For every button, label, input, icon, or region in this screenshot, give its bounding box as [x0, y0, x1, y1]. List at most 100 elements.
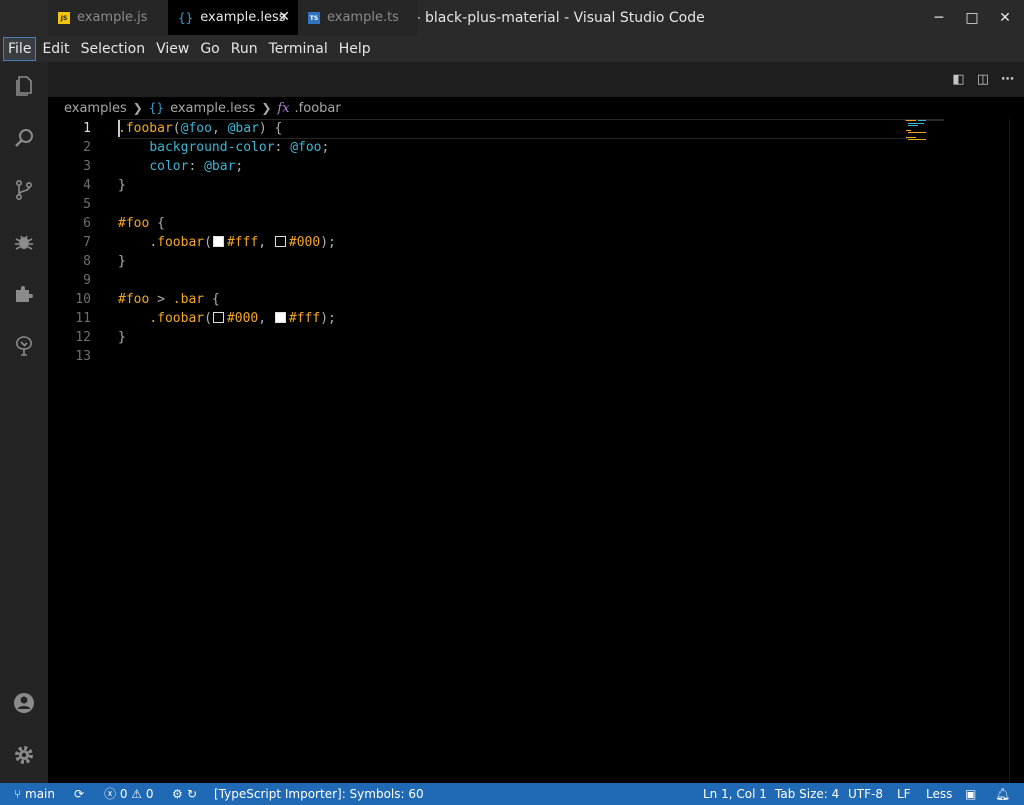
code-line: .foobar(#fff, #000); [149, 235, 336, 250]
line-number: 9 [83, 273, 91, 288]
activity-bar [0, 62, 48, 783]
extensions-button[interactable] [0, 270, 48, 318]
line-number: 7 [83, 235, 91, 250]
code-line: color: @bar; [149, 159, 244, 174]
status-bar: ⑂ main ⟳ ⓧ 0 ⚠ 0 ⚙ ↻ [TypeScript Importe… [0, 783, 1024, 805]
menu-selection[interactable]: Selection [76, 37, 151, 61]
typescript-file-icon: TS [308, 11, 320, 24]
debug-icon [15, 235, 33, 250]
encoding[interactable]: UTF-8 [848, 783, 883, 805]
debug-status-icon[interactable]: ⚙ [172, 783, 183, 805]
maximize-button[interactable]: □ [955, 0, 989, 36]
warning-icon: ⚠ [131, 787, 146, 801]
line-number: 6 [83, 216, 91, 231]
chevron-right-icon: ❯ [132, 101, 143, 115]
line-number: 11 [75, 311, 91, 326]
explorer-button[interactable] [0, 62, 48, 110]
color-swatch[interactable] [274, 312, 286, 323]
tab-label: example.ts [327, 10, 399, 25]
line-number: 10 [75, 292, 91, 307]
tree-view-button[interactable] [0, 322, 48, 370]
code-line: .foobar(#000, #fff); [149, 311, 336, 326]
tab-example-js[interactable]: JS example.js [48, 0, 168, 35]
menu-bar: File Edit Selection View Go Run Terminal… [0, 36, 1024, 62]
cursor-position[interactable]: Ln 1, Col 1 [703, 783, 767, 805]
code-line: .foobar(@foo, @bar) { [118, 121, 283, 136]
menu-help[interactable]: Help [334, 37, 376, 61]
tab-example-less[interactable]: {} example.less ✕ [168, 0, 298, 35]
source-control-icon [16, 179, 33, 200]
typescript-importer-status[interactable]: [TypeScript Importer]: Symbols: 60 [214, 783, 424, 805]
problems-indicator[interactable]: ⓧ 0 ⚠ 0 [104, 783, 154, 805]
color-swatch[interactable] [274, 236, 286, 247]
explorer-icon [16, 76, 32, 96]
line-number: 13 [75, 349, 91, 364]
minimap[interactable] [904, 119, 944, 143]
tab-bar [48, 62, 1024, 97]
javascript-file-icon: JS [58, 11, 70, 24]
menu-go[interactable]: Go [195, 37, 224, 61]
line-number: 1 [83, 121, 91, 136]
close-window-button[interactable]: ✕ [988, 0, 1022, 36]
language-mode[interactable]: Less [926, 783, 952, 805]
line-number: 2 [83, 140, 91, 155]
tree-icon [16, 336, 32, 356]
manage-button[interactable] [0, 731, 48, 779]
feedback-icon[interactable]: ▣ [965, 783, 976, 805]
menu-file[interactable]: File [3, 37, 37, 61]
code-line: } [118, 178, 126, 193]
tab-label: example.less [200, 10, 286, 25]
extensions-icon [16, 286, 33, 302]
line-number: 5 [83, 197, 91, 212]
account-icon [14, 693, 34, 713]
notifications-bell-icon[interactable]: 🔔︎ [995, 783, 1010, 805]
less-file-icon: {} [148, 101, 165, 115]
minimize-icon: ─ [934, 10, 944, 26]
minimize-button[interactable]: ─ [922, 0, 956, 36]
branch-indicator[interactable]: ⑂ main [14, 783, 55, 805]
breadcrumb: examples ❯ {} example.less ❯ fx .foobar [48, 97, 1024, 119]
source-control-button[interactable] [0, 166, 48, 214]
close-tab-icon[interactable]: ✕ [278, 9, 290, 25]
error-icon: ⓧ [104, 787, 120, 801]
search-icon [15, 129, 33, 147]
menu-edit[interactable]: Edit [37, 37, 74, 61]
chevron-right-icon: ❯ [261, 101, 272, 115]
open-changes-icon[interactable]: ◧ [952, 72, 964, 87]
color-swatch[interactable] [212, 312, 224, 323]
search-button[interactable] [0, 114, 48, 162]
code-line: } [118, 330, 126, 345]
sync-icon[interactable]: ⟳ [74, 783, 84, 805]
code-line: } [118, 254, 126, 269]
breadcrumb-file[interactable]: example.less [170, 101, 255, 116]
close-icon: ✕ [999, 10, 1011, 26]
split-editor-icon[interactable]: ◫ [977, 72, 989, 87]
line-number: 8 [83, 254, 91, 269]
tab-label: example.js [77, 10, 148, 25]
debug-button[interactable] [0, 218, 48, 266]
function-icon: fx [277, 100, 290, 116]
editor-actions: ◧ ◫ ⋯ [940, 62, 1014, 97]
account-button[interactable] [0, 679, 48, 727]
less-file-icon: {} [178, 10, 194, 25]
menu-run[interactable]: Run [226, 37, 263, 61]
more-actions-icon[interactable]: ⋯ [1001, 72, 1014, 87]
breadcrumb-folder[interactable]: examples [64, 101, 127, 116]
code-editor[interactable]: 1 2 3 4 5 6 7 8 9 10 11 12 13 .foobar(@f… [48, 119, 1024, 783]
vertical-scrollbar[interactable] [1009, 119, 1024, 783]
sync-status-icon[interactable]: ↻ [187, 783, 197, 805]
end-of-line[interactable]: LF [897, 783, 911, 805]
code-line: background-color: @foo; [149, 140, 330, 155]
code-line: #foo { [118, 216, 165, 231]
line-number: 4 [83, 178, 91, 193]
menu-terminal[interactable]: Terminal [264, 37, 333, 61]
color-swatch[interactable] [212, 236, 224, 247]
settings-gear-icon [15, 746, 33, 764]
menu-view[interactable]: View [151, 37, 194, 61]
line-number: 3 [83, 159, 91, 174]
line-number: 12 [75, 330, 91, 345]
tab-example-ts[interactable]: TS example.ts [298, 0, 418, 35]
tab-size[interactable]: Tab Size: 4 [775, 783, 839, 805]
breadcrumb-symbol[interactable]: .foobar [295, 101, 341, 116]
maximize-icon: □ [965, 10, 979, 26]
